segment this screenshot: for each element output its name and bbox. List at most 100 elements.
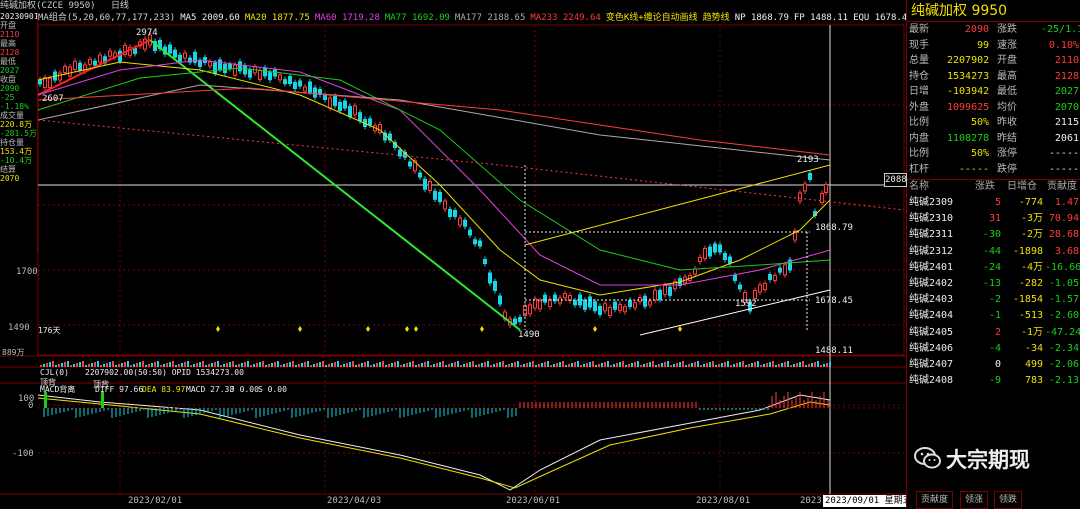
volume-bar: [214, 362, 216, 367]
candle-body: [198, 60, 202, 67]
contract-row[interactable]: 纯碱2310 31 -3万 70.94: [907, 211, 1080, 227]
volume-bar: [307, 361, 309, 367]
low-price-label: 1490: [518, 330, 540, 340]
contract-name: 纯碱2407: [909, 359, 954, 370]
volume-bar: [799, 362, 801, 367]
volume-bar: [754, 362, 756, 367]
volume-bar: [634, 362, 636, 367]
tab-contribution[interactable]: 贡献度: [916, 491, 954, 509]
contract-row[interactable]: 纯碱2406 -4 -34 -2.34: [907, 341, 1080, 357]
volume-bar: [244, 362, 246, 367]
days-label: 176天: [38, 326, 60, 335]
volume-bar: [223, 364, 225, 367]
volume-bar: [460, 365, 462, 367]
quote-row: 外盘 1099625 均价 2070: [907, 101, 1080, 115]
volume-bar: [739, 362, 741, 367]
volume-bar: [391, 363, 393, 367]
volume-bar: [451, 363, 453, 367]
candle-body: [653, 289, 657, 301]
col-inc[interactable]: 日增仓: [1007, 180, 1037, 194]
info-date: 20230901: [0, 12, 37, 21]
contract-row[interactable]: 纯碱2402 -13 -282 -1.05: [907, 276, 1080, 292]
candle-body: [623, 306, 627, 313]
candle-body: [278, 74, 282, 81]
candle-body: [293, 82, 297, 89]
candle-body: [418, 172, 422, 178]
candle-body: [498, 295, 502, 305]
volume-bar: [259, 362, 261, 367]
candle-body: [643, 295, 647, 307]
volume-bar: [274, 362, 276, 367]
tab-leaders-up[interactable]: 领涨: [960, 491, 989, 509]
quote-value: 2115: [1054, 117, 1079, 128]
contract-row[interactable]: 纯碱2408 -9 783 -2.13: [907, 373, 1080, 389]
candle-body: [563, 293, 567, 298]
volume-bar: [40, 365, 42, 367]
volume-bar: [658, 364, 660, 367]
volume-bar: [820, 365, 822, 367]
volume-bar: [520, 365, 522, 367]
contract-row[interactable]: 纯碱2401 -24 -4万 -16.66: [907, 260, 1080, 276]
volume-bar: [367, 361, 369, 367]
contract-row[interactable]: 纯碱2311 -30 -2万 28.68: [907, 227, 1080, 243]
col-name[interactable]: 名称: [909, 180, 929, 194]
candle-body: [308, 81, 312, 93]
volume-bar: [331, 363, 333, 367]
kline-chart[interactable]: 2974 2607 1490 1592 2193 1868.79 1678.45 1488.1…: [0, 0, 906, 507]
quote-value: 2027: [1054, 86, 1079, 97]
volume-bar: [706, 363, 708, 367]
contract-row[interactable]: 纯碱2405 2 -1万 -47.24: [907, 325, 1080, 341]
settle-value: 2070: [0, 174, 20, 183]
contract-contrib: -1.57: [1048, 294, 1079, 306]
volume-bar: [817, 361, 819, 367]
volume-bar: [691, 363, 693, 367]
volume-bar: [766, 363, 768, 367]
volume-bar: [256, 363, 258, 367]
candle-body: [248, 69, 252, 78]
quote-value: 2110: [1054, 55, 1079, 66]
date-tick: 2023/02/01: [128, 496, 183, 506]
quote-row: 日增 -103942 最低 2027: [907, 85, 1080, 99]
volume-bar: [217, 361, 219, 367]
col-change[interactable]: 涨跌: [975, 180, 995, 194]
quote-value: 1108278: [947, 132, 990, 144]
volume-bar: [64, 362, 66, 367]
volume-bar: [43, 364, 45, 367]
candle-body: [478, 240, 482, 247]
ma20-line: [37, 61, 831, 296]
contract-inc: 783: [1024, 375, 1043, 387]
volume-bar: [271, 363, 273, 367]
candle-body: [593, 301, 597, 312]
candle-body: [663, 285, 667, 295]
date-tick: 2023/04/03: [327, 496, 382, 506]
volume-bar: [328, 364, 330, 367]
candle-body: [68, 66, 72, 77]
volume-bar: [394, 362, 396, 367]
macd-axis-label: -100: [12, 449, 34, 459]
contract-inc: -1854: [1012, 294, 1043, 306]
contract-inc: -774: [1018, 197, 1043, 208]
candle-body: [328, 97, 332, 109]
volume-bar: [289, 362, 291, 367]
quote-row: 最新 2090 涨跌 -25/1.18%: [907, 23, 1080, 37]
volume-bar: [70, 365, 72, 367]
volume-bar: [670, 365, 672, 367]
candle-body: [443, 200, 447, 210]
candle-body: [183, 52, 187, 59]
candle-body: [820, 193, 824, 203]
quote-value: -----: [1048, 163, 1079, 175]
contract-row[interactable]: 纯碱2404 -1 -513 -2.60: [907, 308, 1080, 324]
contract-row[interactable]: 纯碱2309 5 -774 1.47: [907, 195, 1080, 211]
candle-body: [583, 299, 587, 310]
contract-row[interactable]: 纯碱2312 -44 -1898 3.68: [907, 244, 1080, 260]
col-contrib[interactable]: 贡献度: [1047, 180, 1077, 194]
contract-row[interactable]: 纯碱2403 -2 -1854 -1.57: [907, 292, 1080, 308]
quote-value: -----: [958, 163, 989, 175]
volume-bar: [724, 362, 726, 367]
volume-bar: [667, 361, 669, 367]
volume-bar: [760, 365, 762, 367]
tab-leaders-down[interactable]: 领跌: [994, 491, 1023, 509]
contract-row[interactable]: 纯碱2407 0 499 -2.06: [907, 357, 1080, 373]
quote-label: 最低: [997, 86, 1017, 97]
contract-list-header: 名称 涨跌 日增仓 贡献度: [907, 179, 1080, 194]
